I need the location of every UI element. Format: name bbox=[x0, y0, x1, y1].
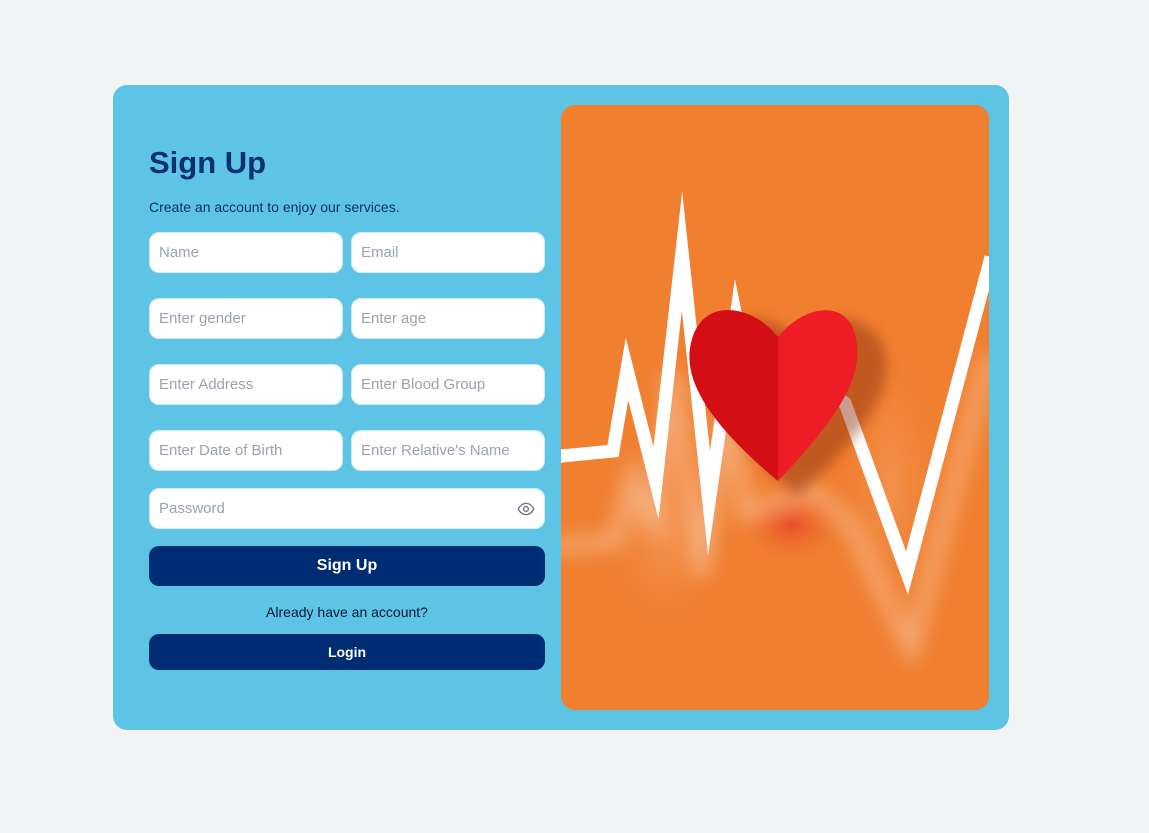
name-input[interactable] bbox=[149, 232, 343, 273]
email-input[interactable] bbox=[351, 232, 545, 273]
already-have-account-text: Already have an account? bbox=[266, 604, 428, 620]
sign-up-button[interactable]: Sign Up bbox=[149, 546, 545, 586]
signup-card: Sign Up Create an account to enjoy our s… bbox=[113, 85, 1009, 730]
hero-image bbox=[561, 105, 989, 710]
page-subtitle: Create an account to enjoy our services. bbox=[149, 199, 400, 215]
eye-icon[interactable] bbox=[517, 500, 535, 518]
password-input[interactable] bbox=[149, 488, 545, 529]
heart-heartbeat-illustration bbox=[561, 105, 989, 710]
address-input[interactable] bbox=[149, 364, 343, 405]
date-of-birth-input[interactable] bbox=[149, 430, 343, 471]
relative-name-input[interactable] bbox=[351, 430, 545, 471]
page-title: Sign Up bbox=[149, 145, 267, 180]
login-button[interactable]: Login bbox=[149, 634, 545, 670]
age-input[interactable] bbox=[351, 298, 545, 339]
gender-input[interactable] bbox=[149, 298, 343, 339]
password-field-wrapper bbox=[149, 488, 545, 529]
blood-group-input[interactable] bbox=[351, 364, 545, 405]
